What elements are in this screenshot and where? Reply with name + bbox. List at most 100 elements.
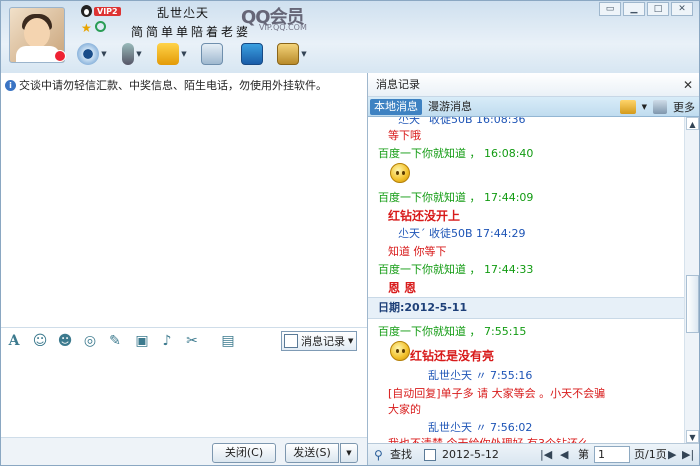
star-icon[interactable]: ★ [81,21,92,35]
apps-button[interactable]: ▼ [275,41,309,67]
close-window-button[interactable]: ✕ [671,2,693,16]
wink-icon[interactable]: ☻ [56,332,74,350]
webcam-button[interactable]: ▼ [75,41,109,67]
close-icon[interactable]: ✕ [683,73,693,97]
scroll-up-icon[interactable]: ▲ [686,117,699,130]
list-item: 乱世尐天 〃 7:56:02 [428,421,533,434]
search-icon[interactable]: ⚲ [374,447,383,463]
send-options-button[interactable]: ▼ [340,443,358,463]
remote-desktop-button[interactable] [235,41,269,67]
list-item: 百度一下你就知道 ， 16:08:40 [378,147,534,160]
list-item: 百度一下你就知道 ， 17:44:09 [378,191,534,204]
tab-roaming-messages[interactable]: 漫游消息 [428,99,472,115]
history-icon [284,334,298,348]
scroll-down-icon[interactable]: ▼ [686,430,699,443]
music-icon[interactable]: ♪ [158,332,176,350]
history-scrollbar[interactable]: ▲ ▼ [684,117,699,443]
maximize-button[interactable]: □ [647,2,669,16]
badges: VIP2 [81,5,121,17]
info-icon: i [5,79,16,91]
search-button[interactable]: 查找 [390,447,412,463]
ring-icon[interactable] [94,21,106,32]
first-page-icon[interactable]: |◀ [540,447,552,463]
qq-status-icon [54,50,66,62]
list-item: 恩 恩 [388,281,417,295]
microphone-icon [122,43,135,65]
list-item: [自动回复]单子多 请 大家等会 。小天不会骗 [388,387,606,400]
security-notice: i 交谈中请勿轻信汇款、中奖信息、陌生电话，勿使用外挂软件。 [5,77,327,93]
input-toolbar: A ☺ ☻ ◎ ✎ ▣ ♪ ✂ ▤ 消息记录 ▼ [1,327,367,353]
chat-message-area[interactable] [1,73,367,328]
history-message-list[interactable]: 尐天´ 收徒50B 16:08:36 等下哦 百度一下你就知道 ， 16:08:… [368,117,684,443]
page-label: 第 [578,448,589,461]
tab-local-messages[interactable]: 本地消息 [370,99,422,115]
status-icons: ★ [81,21,106,35]
history-panel-title-text: 消息记录 [376,78,420,91]
date-separator: 日期:2012-5-11 [368,297,684,319]
contact-nickname[interactable]: 乱世尐天 [157,4,209,21]
security-notice-text: 交谈中请勿轻信汇款、中奖信息、陌生电话，勿使用外挂软件。 [19,79,327,92]
message-history-button[interactable]: 消息记录 ▼ [281,331,357,351]
history-panel: 消息记录 ✕ 本地消息 漫游消息 ▼ 更多 尐天´ 收徒50B 16:08:36… [368,73,699,465]
file-transfer-button[interactable]: ▼ [155,41,189,67]
chat-toolbar: ▼ ▼ ▼ ▼ [75,41,309,67]
sms-icon [201,43,223,65]
more-icon[interactable]: ▤ [219,332,237,350]
speaker-icon[interactable] [653,100,667,114]
list-item: 乱世尐天 〃 7:55:16 [428,369,533,382]
list-item: 等下哦 [388,129,421,142]
more-link[interactable]: 更多 [673,99,695,115]
list-item: 尐天´ 收徒50B 16:08:36 [398,117,526,126]
history-panel-title: 消息记录 ✕ [368,73,699,97]
page-total: 页/1页 [634,448,667,461]
window-controls: ▭ ▁ □ ✕ [599,2,693,16]
smiley-icon [390,163,410,183]
contact-signature: 简简单单陪着老婆 [131,25,252,39]
note-icon[interactable]: ✎ [106,332,124,350]
current-date[interactable]: 2012-5-12 [442,447,499,463]
close-button[interactable]: 关闭(C) [212,443,276,463]
send-button[interactable]: 发送(S) [285,443,339,463]
remote-desktop-icon [241,43,263,65]
last-page-icon[interactable]: ▶| [682,447,694,463]
chevron-down-icon: ▼ [101,50,107,58]
chevron-down-icon: ▼ [301,50,307,58]
chevron-down-icon: ▼ [348,337,354,345]
prev-page-icon[interactable]: ◀ [560,447,568,463]
scrollbar-thumb[interactable] [686,275,699,333]
screenshot-icon[interactable]: ✂ [183,332,201,350]
chat-header: VIP2 ★ 乱世尐天 简简单单陪着老婆 QQ会员 VIP.QQ.COM ▭ ▁… [1,1,699,73]
shake-icon[interactable]: ◎ [81,332,99,350]
list-item: 百度一下你就知道 ， 7:55:15 [378,325,527,338]
qq-vip-url: VIP.QQ.COM [259,23,307,32]
voice-button[interactable]: ▼ [115,41,149,67]
minimize-button[interactable]: ▁ [623,2,645,16]
penguin-icon[interactable] [81,5,92,17]
sms-button[interactable] [195,41,229,67]
list-item: 红钻还没开上 [388,209,461,223]
font-icon[interactable]: A [5,332,23,350]
next-page-icon[interactable]: ▶ [668,447,676,463]
list-item: 百度一下你就知道 ， 17:44:33 [378,263,534,276]
history-tools: ▼ 更多 [619,99,695,115]
webcam-icon [77,43,100,65]
message-input[interactable] [1,353,367,437]
image-icon[interactable]: ▣ [133,332,151,350]
history-bottom-bar: ⚲ 查找 2012-5-12 |◀ ◀ 第 1 页/1页 ▶ ▶| [368,443,699,465]
contact-avatar[interactable] [9,7,66,63]
chevron-down-icon: ▼ [181,50,187,58]
calendar-icon[interactable] [424,449,436,461]
list-item: 红钻还是没有亮 [410,349,495,363]
list-item: 大家的 [388,403,421,416]
avatar-face [24,18,50,48]
apps-icon [277,43,300,65]
chevron-down-icon[interactable]: ▼ [642,103,647,111]
vip-badge[interactable]: VIP2 [94,6,121,16]
message-history-label: 消息记录 [301,335,345,348]
emoticon-icon[interactable]: ☺ [31,332,49,350]
restore-button[interactable]: ▭ [599,2,621,16]
export-icon[interactable] [619,100,636,114]
chevron-down-icon: ▼ [136,50,142,58]
page-input[interactable]: 1 [594,446,630,463]
list-item: 知道 你等下 [388,245,447,258]
